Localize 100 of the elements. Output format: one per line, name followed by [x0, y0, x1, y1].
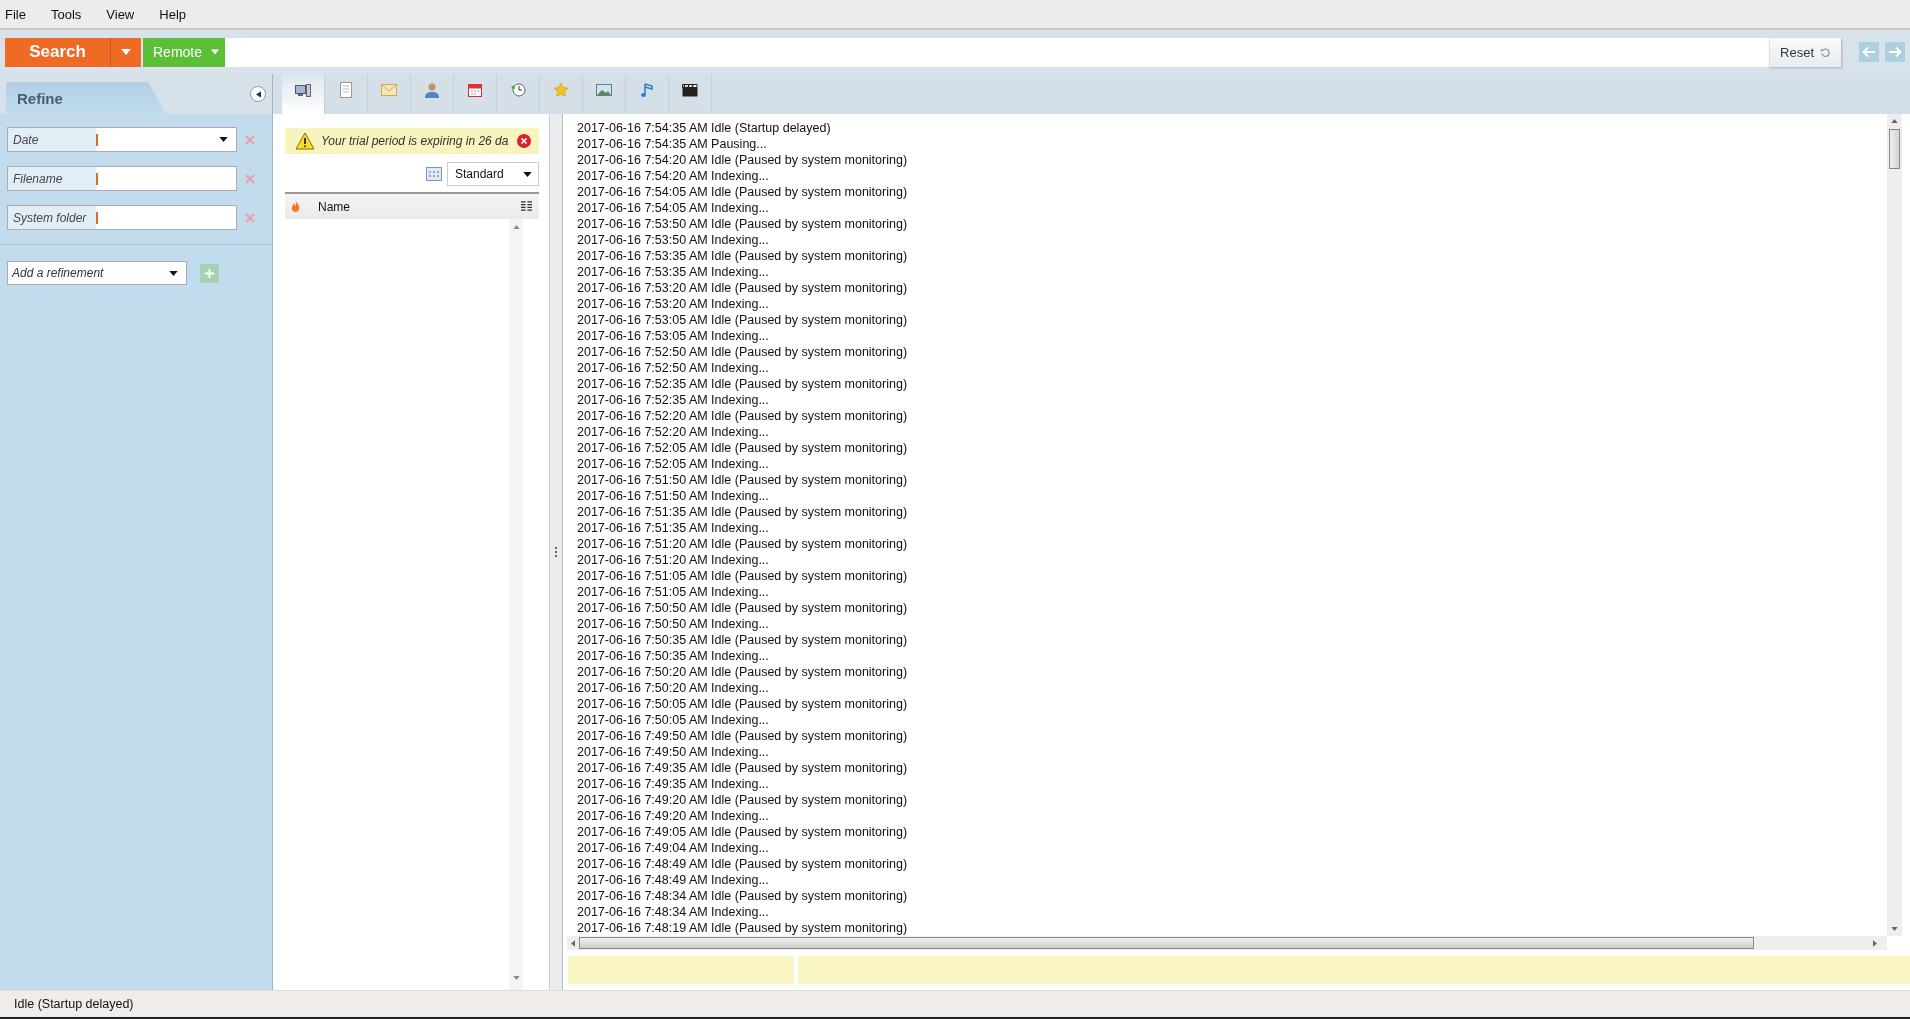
log-line: 2017-06-16 7:53:35 AM Indexing... [577, 264, 770, 280]
scroll-down-icon[interactable] [1891, 927, 1898, 931]
menu-item[interactable]: Help [159, 6, 186, 22]
flame-icon [291, 200, 300, 213]
log-line: 2017-06-16 7:53:50 AM Indexing... [577, 232, 770, 248]
left-triangle-icon [255, 90, 261, 98]
scroll-up-icon[interactable] [512, 225, 520, 229]
log-line: 2017-06-16 7:49:50 AM Idle (Paused by system monitoring) [577, 728, 909, 744]
log-line: 2017-06-16 7:49:04 AM Indexing... [577, 840, 770, 856]
caret-icon [211, 49, 219, 55]
log-line: 2017-06-16 7:51:35 AM Idle (Paused by system monitoring) [577, 504, 909, 520]
left-arrow-icon [1862, 46, 1876, 58]
log-line: 2017-06-16 7:49:20 AM Idle (Paused by system monitoring) [577, 792, 909, 808]
scroll-left-icon[interactable] [571, 939, 575, 947]
log-line: 2017-06-16 7:48:49 AM Idle (Paused by system monitoring) [577, 856, 909, 872]
log-line: 2017-06-16 7:54:20 AM Idle (Paused by system monitoring) [577, 152, 909, 168]
caret-icon [169, 270, 178, 276]
splitter-handle[interactable] [550, 114, 563, 990]
log-line: 2017-06-16 7:48:19 AM Idle (Paused by system monitoring) [577, 920, 909, 936]
log-line: 2017-06-16 7:53:35 AM Idle (Paused by system monitoring) [577, 248, 909, 264]
log-line: 2017-06-16 7:50:05 AM Idle (Paused by system monitoring) [577, 696, 909, 712]
calendar-icon [468, 83, 482, 97]
log-line: 2017-06-16 7:54:35 AM Pausing... [577, 136, 768, 152]
log-line: 2017-06-16 7:51:05 AM Indexing... [577, 584, 770, 600]
log-line: 2017-06-16 7:49:20 AM Indexing... [577, 808, 770, 824]
log-line: 2017-06-16 7:49:05 AM Idle (Paused by system monitoring) [577, 824, 909, 840]
log-line: 2017-06-16 7:52:20 AM Indexing... [577, 424, 770, 440]
menu-item[interactable]: File [5, 6, 26, 22]
log-line: 2017-06-16 7:54:35 AM Idle (Startup delayed) [577, 120, 832, 136]
log-line: 2017-06-16 7:48:49 AM Indexing... [577, 872, 770, 888]
log-line: 2017-06-16 7:51:20 AM Indexing... [577, 552, 770, 568]
envelope-icon [381, 84, 397, 96]
category-tab[interactable] [282, 74, 325, 114]
computer-icon [295, 84, 311, 98]
menu-item[interactable]: View [106, 6, 135, 22]
document-icon [340, 82, 352, 98]
vertical-scrollbar[interactable] [1887, 114, 1902, 936]
log-line: 2017-06-16 7:53:20 AM Indexing... [577, 296, 770, 312]
filter-field[interactable]: Date [7, 127, 237, 152]
log-line: 2017-06-16 7:49:35 AM Indexing... [577, 776, 770, 792]
back-button[interactable] [1859, 42, 1879, 62]
reset-button[interactable]: Reset [1769, 37, 1841, 67]
scroll-thumb[interactable] [1889, 129, 1900, 169]
log-line: 2017-06-16 7:51:50 AM Idle (Paused by system monitoring) [577, 472, 909, 488]
add-button[interactable] [200, 263, 219, 283]
log-line: 2017-06-16 7:48:34 AM Idle (Paused by system monitoring) [577, 888, 909, 904]
clock-icon [510, 82, 526, 98]
filter-field[interactable]: Filename [7, 166, 237, 191]
log-line: 2017-06-16 7:51:05 AM Idle (Paused by system monitoring) [577, 568, 909, 584]
add-refinement-dropdown[interactable]: Add a refinement [7, 261, 187, 285]
reset-icon [1820, 46, 1831, 58]
log-line: 2017-06-16 7:52:50 AM Indexing... [577, 360, 770, 376]
log-line: 2017-06-16 7:52:05 AM Indexing... [577, 456, 770, 472]
log-line: 2017-06-16 7:53:20 AM Idle (Paused by system monitoring) [577, 280, 909, 296]
log-line: 2017-06-16 7:53:50 AM Idle (Paused by system monitoring) [577, 216, 909, 232]
log-line: 2017-06-16 7:50:20 AM Indexing... [577, 680, 770, 696]
grid-icon [426, 167, 442, 181]
log-line: 2017-06-16 7:52:35 AM Indexing... [577, 392, 770, 408]
log-line: 2017-06-16 7:52:35 AM Idle (Paused by system monitoring) [577, 376, 909, 392]
log-line: 2017-06-16 7:54:05 AM Indexing... [577, 200, 770, 216]
caret-icon [219, 137, 228, 142]
trial-message: Your trial period is expiring in 26 da [321, 134, 510, 148]
status-text: Idle (Startup delayed) [14, 997, 134, 1011]
search-field[interactable] [225, 37, 1770, 67]
music-note-icon [641, 82, 653, 98]
log-line: 2017-06-16 7:48:34 AM Indexing... [577, 904, 770, 920]
log-line: 2017-06-16 7:50:05 AM Indexing... [577, 712, 770, 728]
horizontal-scrollbar[interactable] [567, 936, 1887, 950]
log-line: 2017-06-16 7:49:50 AM Indexing... [577, 744, 770, 760]
vertical-scrollbar[interactable] [509, 219, 523, 990]
clapperboard-icon [682, 83, 698, 97]
log-line: 2017-06-16 7:49:35 AM Idle (Paused by system monitoring) [577, 760, 909, 776]
close-icon[interactable] [517, 134, 531, 148]
scroll-right-icon[interactable] [1873, 939, 1877, 947]
log-line: 2017-06-16 7:50:20 AM Idle (Paused by system monitoring) [577, 664, 909, 680]
log-line: 2017-06-16 7:50:50 AM Indexing... [577, 616, 770, 632]
forward-button[interactable] [1885, 42, 1905, 62]
columns-icon[interactable] [521, 201, 532, 212]
log-line: 2017-06-16 7:52:20 AM Idle (Paused by system monitoring) [577, 408, 909, 424]
log-line: 2017-06-16 7:53:05 AM Idle (Paused by system monitoring) [577, 312, 909, 328]
scroll-up-icon[interactable] [1891, 119, 1898, 123]
log-line: 2017-06-16 7:50:35 AM Idle (Paused by system monitoring) [577, 632, 909, 648]
scroll-thumb[interactable] [579, 937, 1754, 949]
view-dropdown[interactable]: Standard [447, 162, 539, 186]
log-line: 2017-06-16 7:51:50 AM Indexing... [577, 488, 770, 504]
picture-icon [596, 84, 612, 96]
warning-icon [295, 132, 315, 150]
log-line: 2017-06-16 7:51:35 AM Indexing... [577, 520, 770, 536]
star-icon [553, 82, 569, 98]
scroll-down-icon[interactable] [512, 976, 520, 980]
caret-icon [121, 49, 131, 55]
right-arrow-icon [1888, 46, 1902, 58]
menu-item[interactable]: Tools [50, 6, 82, 22]
collapse-button[interactable] [250, 86, 266, 102]
person-icon [425, 82, 439, 98]
filter-field[interactable]: System folder [7, 205, 237, 230]
log-line: 2017-06-16 7:53:05 AM Indexing... [577, 328, 770, 344]
log-line: 2017-06-16 7:54:20 AM Indexing... [577, 168, 770, 184]
caret-icon [523, 171, 532, 177]
search-dropdown-button[interactable] [111, 37, 141, 67]
